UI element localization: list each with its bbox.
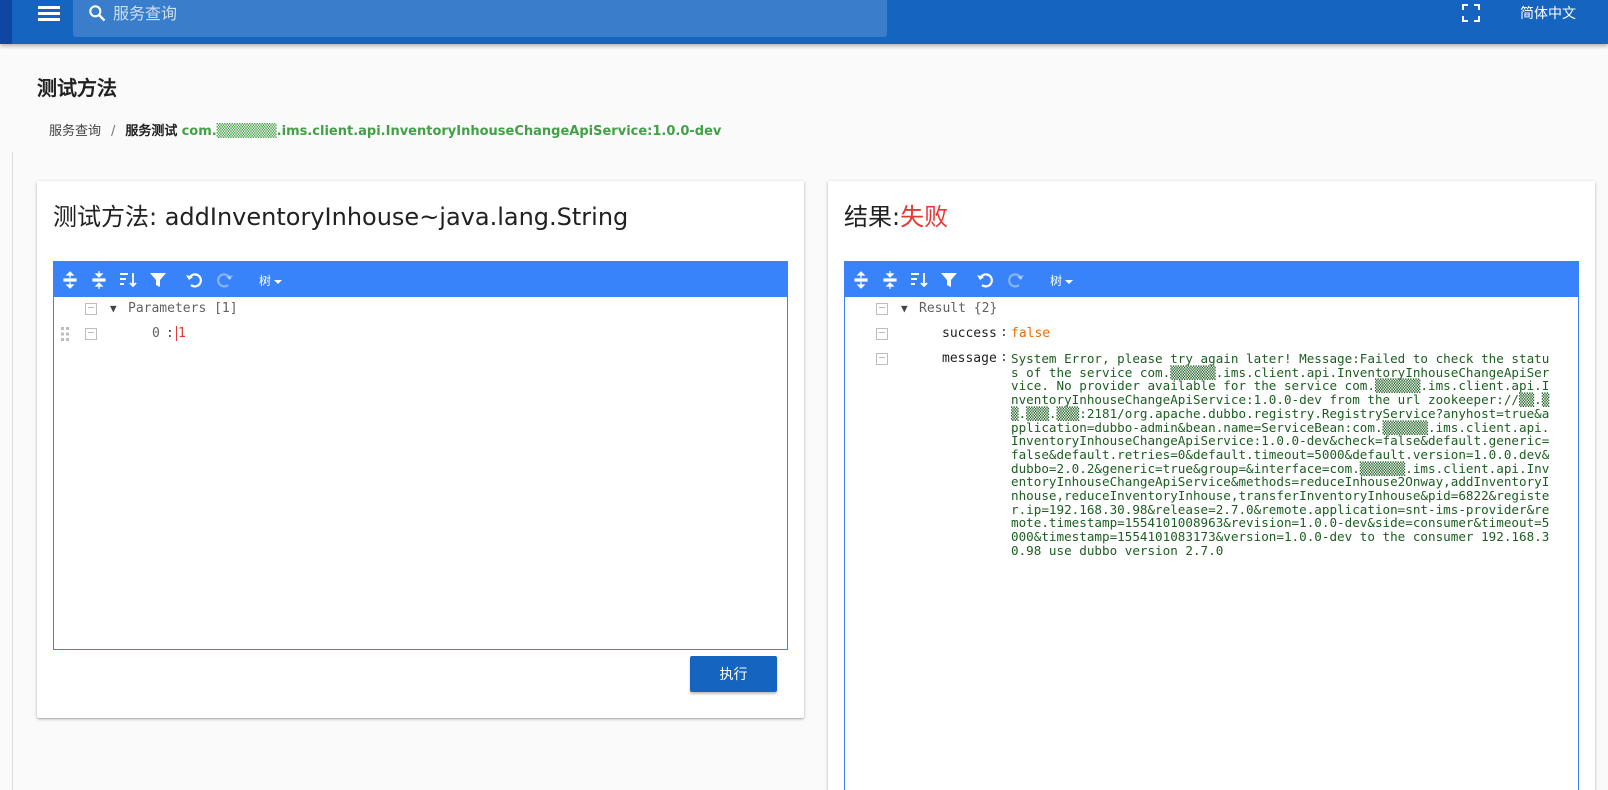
breadcrumb-service-name: com.▒▒▒▒▒▒.ims.client.api.InventoryInhou…	[181, 124, 722, 139]
search-bar[interactable]	[73, 0, 887, 37]
tree-root-row[interactable]: ▼ Parameters [1]	[54, 299, 787, 321]
breadcrumb-separator: /	[111, 124, 116, 139]
mode-label: 树	[1050, 274, 1063, 288]
caret-down-icon	[1065, 279, 1074, 284]
top-app-bar: 简体中文	[0, 0, 1608, 44]
tree-row[interactable]: message : System Error, please try again…	[845, 349, 1578, 609]
tree-row[interactable]: success : false	[845, 324, 1578, 346]
method-name: addInventoryInhouse~java.lang.String	[164, 203, 629, 231]
field-value-success[interactable]: false	[1011, 326, 1050, 341]
context-menu-icon[interactable]	[85, 328, 97, 340]
colon: :	[166, 326, 174, 341]
param-value[interactable]: 1	[176, 326, 186, 341]
colon: :	[1000, 350, 1008, 365]
sort-icon[interactable]	[909, 270, 929, 290]
result-json-editor[interactable]: 树 ▼ Result {2} success : false message :…	[844, 261, 1579, 790]
content-divider	[12, 152, 13, 790]
params-json-editor[interactable]: 树 ▼ Parameters [1] 0 : 1	[53, 261, 788, 650]
colon: :	[1000, 325, 1008, 340]
expand-all-icon[interactable]	[60, 270, 80, 290]
mode-dropdown[interactable]: 树	[1050, 272, 1074, 289]
fullscreen-icon[interactable]	[1462, 4, 1480, 22]
editor-toolbar: 树	[845, 262, 1578, 297]
page-title: 测试方法	[37, 76, 117, 100]
execute-button[interactable]: 执行	[690, 656, 777, 692]
root-label: Parameters [1]	[128, 301, 238, 316]
sort-icon[interactable]	[118, 270, 138, 290]
search-icon	[89, 5, 106, 22]
field-key-success: success	[942, 326, 997, 341]
expand-all-icon[interactable]	[851, 270, 871, 290]
collapse-triangle-icon[interactable]: ▼	[901, 302, 908, 315]
mode-label: 树	[259, 274, 272, 288]
tree-row[interactable]: 0 : 1	[54, 324, 787, 346]
breadcrumb-current: 服务测试	[125, 124, 178, 139]
context-menu-icon[interactable]	[85, 303, 97, 315]
breadcrumb: 服务查询 / 服务测试 com.▒▒▒▒▒▒.ims.client.api.Inve…	[49, 120, 721, 139]
method-title-prefix: 测试方法:	[53, 203, 165, 231]
collapse-all-icon[interactable]	[89, 270, 109, 290]
context-menu-icon[interactable]	[876, 328, 888, 340]
undo-icon[interactable]	[184, 270, 204, 290]
editor-toolbar: 树	[54, 262, 787, 297]
result-title: 结果:失败	[844, 197, 948, 232]
filter-icon[interactable]	[939, 270, 959, 290]
context-menu-icon[interactable]	[876, 353, 888, 365]
mode-dropdown[interactable]: 树	[259, 272, 283, 289]
redo-icon[interactable]	[215, 270, 235, 290]
menu-icon[interactable]	[38, 4, 60, 22]
collapse-triangle-icon[interactable]: ▼	[110, 302, 117, 315]
redo-icon[interactable]	[1006, 270, 1026, 290]
drag-handle-icon[interactable]	[61, 327, 69, 341]
caret-down-icon	[274, 279, 283, 284]
field-value-message[interactable]: System Error, please try again later! Me…	[1011, 352, 1556, 558]
filter-icon[interactable]	[148, 270, 168, 290]
field-key-message: message	[942, 351, 997, 366]
param-key: 0	[152, 326, 160, 341]
tree-root-row[interactable]: ▼ Result {2}	[845, 299, 1578, 321]
search-input[interactable]	[113, 0, 873, 26]
app-bar-edge	[0, 0, 12, 44]
language-switcher[interactable]: 简体中文	[1520, 3, 1576, 23]
method-title: 测试方法: addInventoryInhouse~java.lang.Stri…	[53, 197, 628, 232]
root-label: Result {2}	[919, 301, 998, 316]
method-test-card: 测试方法: addInventoryInhouse~java.lang.Stri…	[37, 181, 804, 718]
breadcrumb-home[interactable]: 服务查询	[49, 124, 101, 139]
context-menu-icon[interactable]	[876, 303, 888, 315]
result-card: 结果:失败 树 ▼ Result {2} success : false mes…	[828, 181, 1595, 790]
result-title-prefix: 结果:	[844, 203, 901, 231]
result-status: 失败	[900, 203, 949, 231]
undo-icon[interactable]	[975, 270, 995, 290]
collapse-all-icon[interactable]	[880, 270, 900, 290]
